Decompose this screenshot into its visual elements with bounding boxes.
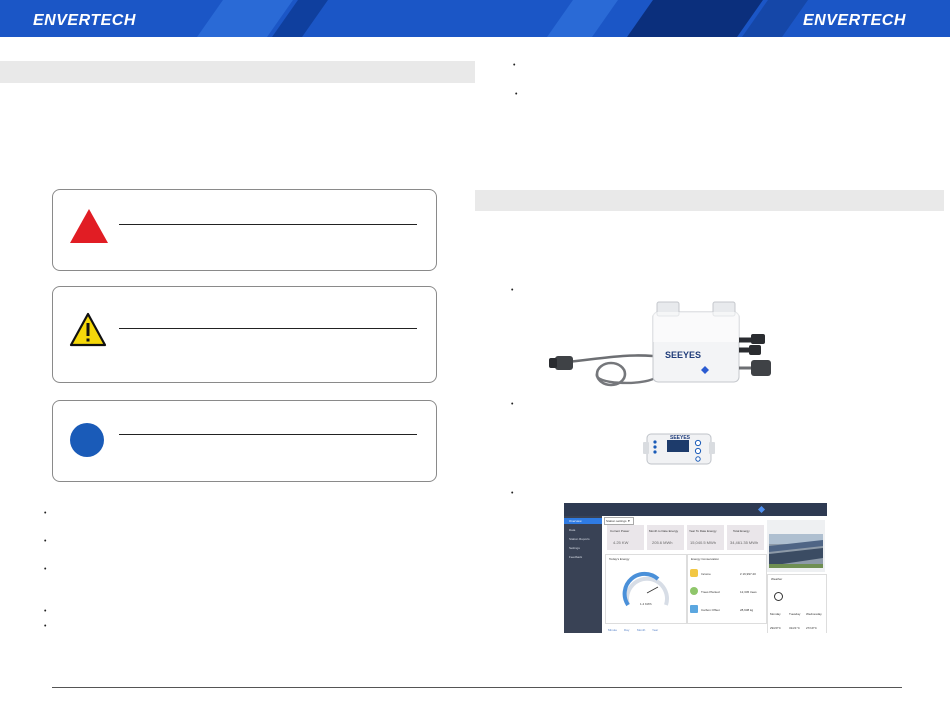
- banner-stripe: [547, 0, 618, 37]
- tab-month[interactable]: Month: [637, 628, 645, 632]
- gauge-title: Today's Energy: [609, 557, 630, 561]
- tab-year[interactable]: Year: [652, 628, 658, 632]
- bullet: •: [513, 62, 516, 69]
- weather-temp: 31/21°C: [789, 626, 800, 630]
- co2-icon: [690, 605, 698, 613]
- bullet: •: [44, 566, 47, 573]
- portal-stats: Current Power 4.25 KW Month to Date Ener…: [604, 524, 764, 551]
- stat-card: Total Energy 34,461.35 MWh: [727, 525, 764, 550]
- bullet: •: [44, 538, 47, 545]
- device-brand-label: SEEYES: [665, 350, 701, 360]
- notice-rule: [119, 224, 417, 225]
- stat-card: Current Power 4.25 KW: [607, 525, 644, 550]
- stat-label: Current Power: [610, 529, 630, 533]
- sidebar-item-feedback[interactable]: Feedback: [569, 555, 582, 559]
- tab-minute[interactable]: Minute: [608, 628, 617, 632]
- info-notice-box: [52, 400, 437, 482]
- solar-panels-image: [767, 520, 825, 572]
- sidebar-item-settings[interactable]: Settings: [569, 546, 580, 550]
- saving-label: Income: [701, 572, 711, 576]
- notice-rule: [119, 434, 417, 435]
- stat-label: Year To Date Energy: [689, 529, 717, 533]
- savings-title: Energy Conservation: [691, 557, 720, 561]
- header-banner: ENVERTECH ENVERTECH: [0, 0, 950, 37]
- plant-photo: [767, 520, 825, 572]
- section-header-bar-right: [475, 190, 944, 211]
- saving-value: ¥ 16,997.20: [740, 572, 756, 576]
- stat-label: Total Energy: [733, 529, 750, 533]
- weather-day: Monday: [770, 612, 781, 616]
- saving-value: 28,938 kg: [740, 608, 754, 612]
- station-dropdown-label: Station settings ▼: [606, 519, 631, 523]
- gauge-value: 1.4 KWh: [640, 602, 652, 606]
- gateway-brand-label: SEEYES: [670, 435, 691, 441]
- tree-icon: [690, 587, 698, 595]
- banner-stripe: [627, 0, 763, 37]
- portal-topbar: [564, 503, 827, 516]
- bullet: •: [515, 91, 518, 98]
- brand-logo-right: ENVERTECH: [803, 12, 906, 29]
- sidebar-item-data[interactable]: Data: [569, 528, 575, 532]
- stat-value: 15,040.5 MWh: [690, 540, 717, 545]
- warning-triangle-icon: [69, 312, 107, 347]
- saving-label: Carbon Offset: [701, 608, 720, 612]
- bullet: •: [44, 510, 47, 517]
- bullet: •: [44, 623, 47, 630]
- footer-rule: [52, 687, 902, 688]
- weather-day: Wednesday: [806, 612, 822, 616]
- stat-card: Month to Date Energy 205.6 MWh: [647, 525, 684, 550]
- warning-notice-box: [52, 286, 437, 383]
- bullet: •: [511, 401, 514, 408]
- weather-panel: Weather Monday Tuesday Wednesday 29/20°C…: [767, 574, 827, 633]
- stat-value: 205.6 MWh: [652, 540, 673, 545]
- stat-label: Month to Date Energy: [649, 529, 679, 533]
- sidebar-item-reports[interactable]: Station Reports: [569, 537, 590, 541]
- sun-icon: [774, 592, 783, 601]
- stat-value: 34,461.35 MWh: [730, 540, 759, 545]
- monitoring-gateway-image: SEEYES: [643, 433, 715, 465]
- stat-value: 4.25 KW: [613, 540, 629, 545]
- portal-screenshot: Overview Data Station Reports Settings F…: [564, 503, 827, 633]
- info-circle-icon: [70, 423, 104, 457]
- savings-panel: Energy Conservation Income ¥ 16,997.20 T…: [687, 554, 767, 624]
- weather-temp: 29/20°C: [770, 626, 781, 630]
- portal-logo-icon: [757, 505, 766, 514]
- danger-triangle-icon: [70, 209, 108, 243]
- portal-sidebar: Overview Data Station Reports Settings F…: [564, 516, 602, 633]
- notice-rule: [119, 328, 417, 329]
- weather-title: Weather: [771, 577, 783, 581]
- gauge-panel: Today's Energy 1.4 KWh: [605, 554, 687, 624]
- stat-card: Year To Date Energy 15,040.5 MWh: [687, 525, 724, 550]
- bullet: •: [511, 287, 514, 294]
- weather-temp: 27/19°C: [806, 626, 817, 630]
- coins-icon: [690, 569, 698, 577]
- saving-value: 12,345 trees: [740, 590, 757, 594]
- weather-day: Tuesday: [789, 612, 801, 616]
- tab-day[interactable]: Day: [624, 628, 629, 632]
- bullet: •: [44, 608, 47, 615]
- microinverter-image: SEEYES: [549, 301, 771, 387]
- sidebar-item-overview[interactable]: Overview: [569, 519, 582, 523]
- section-header-bar-left: [0, 61, 475, 83]
- brand-logo-left: ENVERTECH: [33, 12, 136, 29]
- bullet: •: [511, 490, 514, 497]
- saving-label: Trees Planted: [701, 590, 720, 594]
- danger-notice-box: [52, 189, 437, 271]
